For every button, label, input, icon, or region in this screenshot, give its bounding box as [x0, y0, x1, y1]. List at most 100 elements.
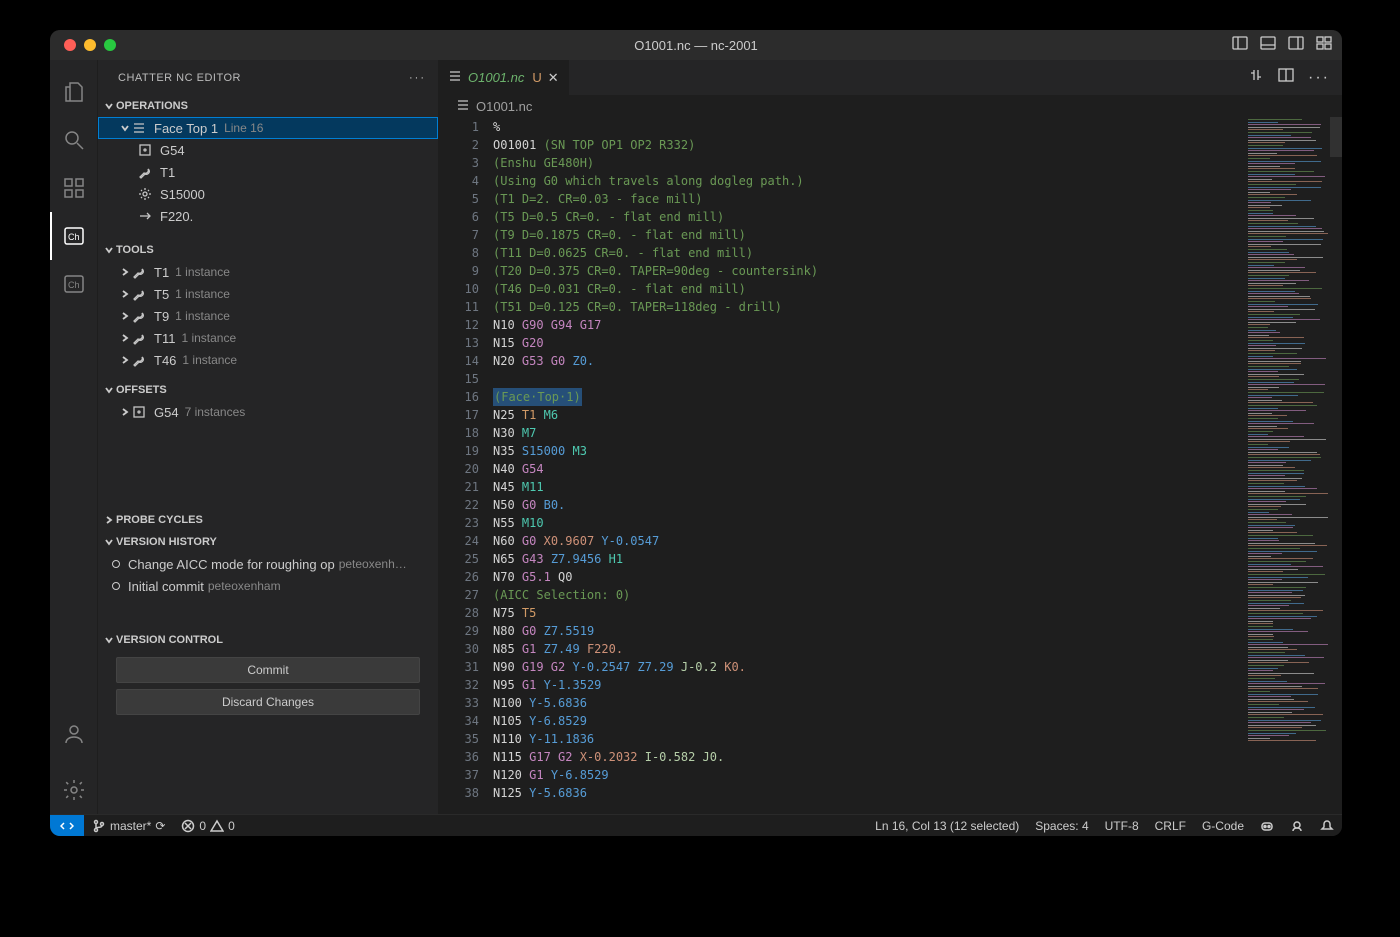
item-label: G54 [160, 143, 185, 158]
problems-indicator[interactable]: 0 0 [173, 819, 242, 833]
compare-icon[interactable] [1248, 67, 1264, 88]
eol[interactable]: CRLF [1147, 819, 1194, 833]
toggle-primary-sidebar-icon[interactable] [1232, 35, 1248, 56]
tool-item[interactable]: T1 1 instance [98, 261, 438, 283]
code-content[interactable]: %O01001 (SN TOP OP1 OP2 R332)(Enshu GE48… [493, 117, 1242, 814]
breadcrumb-label: O1001.nc [476, 99, 532, 114]
versioncontrol-section-header[interactable]: VERSION CONTROL [98, 629, 438, 651]
tab-close-icon[interactable]: ✕ [548, 70, 559, 86]
line-gutter: 1234567891011121314151617181920212223242… [438, 117, 493, 814]
tab-bar: O1001.nc U ✕ ··· [438, 60, 1342, 95]
language-mode[interactable]: G-Code [1194, 819, 1252, 833]
item-meta: 1 instance [175, 265, 230, 279]
offsets-section-header[interactable]: OFFSETS [98, 379, 438, 401]
copilot-icon[interactable] [1252, 819, 1282, 833]
settings-gear-icon[interactable] [50, 766, 98, 814]
history-tree: Change AICC mode for roughing op peteoxe… [98, 553, 438, 629]
chevron-down-icon [102, 244, 116, 256]
search-icon[interactable] [50, 116, 98, 164]
editor-tab[interactable]: O1001.nc U ✕ [438, 60, 570, 95]
history-label: VERSION HISTORY [116, 536, 217, 548]
arrow-right-icon [138, 209, 154, 223]
item-meta: 1 instance [175, 287, 230, 301]
offset-item[interactable]: G54 7 instances [98, 401, 438, 423]
chevron-right-icon [118, 266, 132, 278]
operation-subitem[interactable]: F220. [98, 205, 438, 227]
chevron-right-icon [118, 310, 132, 322]
sidebar-panel: CHATTER NC EDITOR ··· OPERATIONS Face To… [98, 60, 438, 814]
item-label: T46 [154, 353, 176, 368]
window-title: O1001.nc — nc-2001 [634, 38, 758, 53]
wrench-icon [132, 265, 148, 279]
probe-section-header[interactable]: PROBE CYCLES [98, 509, 438, 531]
tab-modified-indicator: U [532, 70, 541, 85]
item-label: T11 [154, 331, 175, 346]
remote-indicator[interactable] [50, 815, 84, 837]
warning-count: 0 [228, 819, 235, 833]
operation-subitem[interactable]: T1 [98, 161, 438, 183]
chatter-nc-alt-icon[interactable]: Ch [50, 260, 98, 308]
probe-label: PROBE CYCLES [116, 514, 203, 526]
chatter-nc-icon[interactable]: Ch [50, 212, 98, 260]
vertical-scrollbar[interactable] [1330, 117, 1342, 157]
item-label: T1 [154, 265, 169, 280]
item-meta: 1 instance [181, 331, 236, 345]
status-bar: master* ⟳ 0 0 Ln 16, Col 13 (12 selected… [50, 814, 1342, 836]
item-meta: 1 instance [182, 353, 237, 367]
code-editor[interactable]: 1234567891011121314151617181920212223242… [438, 117, 1342, 814]
chevron-right-icon [118, 332, 132, 344]
history-item[interactable]: Change AICC mode for roughing op peteoxe… [98, 553, 438, 575]
tools-label: TOOLS [116, 244, 154, 256]
close-window-button[interactable] [64, 39, 76, 51]
accounts-icon[interactable] [50, 710, 98, 758]
minimap[interactable] [1242, 117, 1342, 814]
history-section-header[interactable]: VERSION HISTORY [98, 531, 438, 553]
split-editor-icon[interactable] [1278, 67, 1294, 88]
wrench-icon [132, 331, 148, 345]
feedback-icon[interactable] [1282, 819, 1312, 833]
titlebar: O1001.nc — nc-2001 [50, 30, 1342, 60]
item-meta: 7 instances [185, 405, 246, 419]
tool-item[interactable]: T11 1 instance [98, 327, 438, 349]
item-meta: 1 instance [175, 309, 230, 323]
customize-layout-icon[interactable] [1316, 35, 1332, 56]
toggle-secondary-sidebar-icon[interactable] [1288, 35, 1304, 56]
tool-item[interactable]: T51 instance [98, 283, 438, 305]
commit-author: peteoxenham [208, 579, 281, 593]
encoding[interactable]: UTF-8 [1097, 819, 1147, 833]
extensions-icon[interactable] [50, 164, 98, 212]
tool-item[interactable]: T46 1 instance [98, 349, 438, 371]
chevron-right-icon [118, 288, 132, 300]
toggle-panel-icon[interactable] [1260, 35, 1276, 56]
commit-button[interactable]: Commit [116, 657, 420, 683]
target-icon [132, 405, 148, 419]
target-icon [138, 143, 154, 157]
editor-more-icon[interactable]: ··· [1308, 69, 1330, 87]
cursor-position[interactable]: Ln 16, Col 13 (12 selected) [867, 819, 1027, 833]
file-icon [456, 98, 472, 115]
zoom-window-button[interactable] [104, 39, 116, 51]
wrench-icon [138, 165, 154, 179]
sidebar-more-icon[interactable]: ··· [409, 72, 426, 84]
operation-subitem[interactable]: S15000 [98, 183, 438, 205]
branch-indicator[interactable]: master* ⟳ [84, 819, 173, 833]
layout-controls [1232, 35, 1332, 56]
operations-section-header[interactable]: OPERATIONS [98, 95, 438, 117]
tool-item[interactable]: T91 instance [98, 305, 438, 327]
chevron-right-icon [118, 354, 132, 366]
operation-item[interactable]: Face Top 1 Line 16 [98, 117, 438, 139]
tools-section-header[interactable]: TOOLS [98, 239, 438, 261]
editor-area: O1001.nc U ✕ ··· O1001.nc 12345678910111… [438, 60, 1342, 814]
discard-button[interactable]: Discard Changes [116, 689, 420, 715]
explorer-icon[interactable] [50, 68, 98, 116]
history-item[interactable]: Initial commit peteoxenham [98, 575, 438, 597]
minimize-window-button[interactable] [84, 39, 96, 51]
indentation[interactable]: Spaces: 4 [1027, 819, 1096, 833]
commit-message: Initial commit [128, 579, 204, 594]
wrench-icon [132, 309, 148, 323]
operation-meta: Line 16 [224, 121, 263, 135]
operation-subitem[interactable]: G54 [98, 139, 438, 161]
commit-dot-icon [112, 582, 120, 590]
notifications-icon[interactable] [1312, 819, 1342, 833]
breadcrumb[interactable]: O1001.nc [438, 95, 1342, 117]
